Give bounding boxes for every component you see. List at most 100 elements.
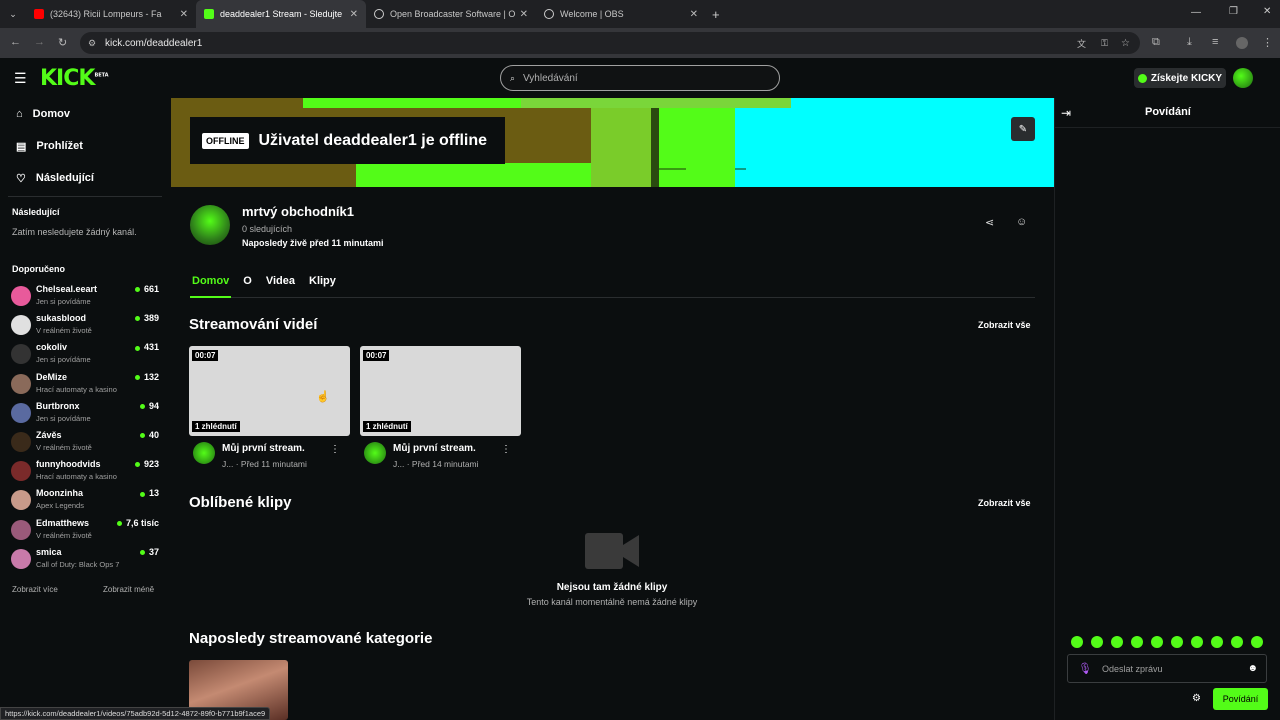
channel-category: V reálném životě bbox=[36, 443, 92, 452]
video-thumbnail[interactable]: 00:07 1 zhlédnutí ☝ bbox=[189, 346, 350, 436]
tab-search-icon[interactable]: ⌄ bbox=[0, 9, 26, 20]
recommended-channel[interactable]: sukasblood V reálném životě 389 bbox=[0, 310, 170, 339]
browser-tab-obs[interactable]: Open Broadcaster Software | O ✕ bbox=[366, 0, 536, 28]
emote-icon[interactable] bbox=[1131, 636, 1143, 648]
view-all-clips-link[interactable]: Zobrazit vše bbox=[978, 498, 1031, 508]
video-duration: 00:07 bbox=[363, 350, 390, 361]
emote-icon[interactable] bbox=[1191, 636, 1203, 648]
tab-videos[interactable]: Videa bbox=[264, 272, 297, 298]
channel-name: funnyhoodvids bbox=[36, 459, 101, 470]
emoji-icon[interactable]: ☻ bbox=[1247, 663, 1258, 674]
recommended-channel[interactable]: cokoliv Jen si povídáme 431 bbox=[0, 339, 170, 368]
close-icon[interactable]: ✕ bbox=[180, 9, 188, 20]
browser-menu-icon[interactable]: ⋮ bbox=[1262, 36, 1273, 49]
edit-banner-button[interactable]: ✎ bbox=[1011, 117, 1035, 141]
extensions-icon[interactable]: ⧉ bbox=[1152, 36, 1160, 49]
viewer-count: 661 bbox=[134, 284, 159, 294]
no-clips-subtitle: Tento kanál momentálně nemá žádné klipy bbox=[526, 597, 698, 607]
tab-about[interactable]: O bbox=[241, 272, 254, 298]
tab-home[interactable]: Domov bbox=[190, 272, 232, 298]
emote-icon[interactable] bbox=[1211, 636, 1223, 648]
video-thumbnail[interactable]: 00:07 1 zhlédnutí bbox=[360, 346, 521, 436]
browser-tab-welcome[interactable]: Welcome | OBS ✕ bbox=[536, 0, 706, 28]
chat-message-input[interactable]: 🎙 Odeslat zprávu ☻ bbox=[1067, 654, 1267, 683]
tab-label: Open Broadcaster Software | O bbox=[390, 9, 516, 19]
channel-name: Chelseal.eeart bbox=[36, 284, 98, 294]
more-options-icon[interactable]: ⋮ bbox=[330, 444, 340, 455]
sidebar-item-browse[interactable]: ▤ Prohlížet bbox=[0, 130, 170, 162]
get-kicky-button[interactable]: Získejte KICKY bbox=[1134, 68, 1226, 88]
video-card[interactable]: 00:07 1 zhlédnutí ☝ Můj první stream. ⋮ … bbox=[189, 346, 350, 469]
video-author[interactable]: J... bbox=[222, 459, 233, 469]
microphone-icon[interactable]: 🎙 bbox=[1078, 662, 1092, 675]
browser-tab-kick[interactable]: deaddealer1 Stream - Sledujte ✕ bbox=[196, 0, 366, 28]
recommended-channel[interactable]: Edmatthews V reálném životě 7,6 tisíc bbox=[0, 515, 170, 544]
minimize-icon[interactable]: — bbox=[1191, 7, 1201, 18]
kick-logo[interactable]: KICKBETA bbox=[40, 66, 109, 91]
share-icon[interactable]: ⋖ bbox=[985, 216, 994, 229]
collapse-chat-icon[interactable]: ⇥ bbox=[1061, 106, 1071, 120]
video-author-avatar[interactable] bbox=[193, 442, 215, 464]
video-title[interactable]: Můj první stream. bbox=[222, 443, 305, 454]
reload-icon[interactable]: ↻ bbox=[58, 36, 67, 49]
sidebar-item-home[interactable]: ⌂ Domov bbox=[0, 98, 170, 130]
video-author[interactable]: J... bbox=[393, 459, 404, 469]
translate-icon[interactable]: 文 bbox=[1077, 37, 1086, 50]
offline-badge: OFFLINE bbox=[202, 132, 249, 149]
video-views: 1 zhlédnutí bbox=[363, 421, 411, 432]
recommended-channel[interactable]: Závěs V reálném životě 40 bbox=[0, 427, 170, 456]
recommended-channel[interactable]: funnyhoodvids Hrací automaty a kasino 923 bbox=[0, 456, 170, 485]
bookmark-star-icon[interactable]: ☆ bbox=[1121, 38, 1130, 49]
categories-section-title: Naposledy streamované kategorie bbox=[189, 630, 433, 647]
recommended-channel[interactable]: Chelseal.eeart Jen si povídáme 661 bbox=[0, 281, 170, 310]
search-input[interactable]: ⌕ Vyhledávání bbox=[500, 65, 780, 91]
forward-icon[interactable]: → bbox=[34, 36, 45, 48]
site-info-icon[interactable]: ⚙ bbox=[88, 38, 96, 49]
close-window-icon[interactable]: ✕ bbox=[1263, 6, 1271, 17]
channel-category: V reálném životě bbox=[36, 530, 92, 540]
password-key-icon[interactable]: ⚿ bbox=[1101, 38, 1108, 49]
video-title[interactable]: Můj první stream. bbox=[393, 443, 476, 454]
channel-avatar[interactable] bbox=[190, 205, 230, 245]
recommended-channel[interactable]: DeMize Hrací automaty a kasino 132 bbox=[0, 369, 170, 398]
hamburger-menu-icon[interactable]: ☰ bbox=[14, 70, 27, 87]
sidebar-item-following[interactable]: ♡ Následující bbox=[0, 162, 170, 194]
close-icon[interactable]: ✕ bbox=[690, 9, 698, 20]
emote-icon[interactable] bbox=[1251, 636, 1263, 648]
video-author-avatar[interactable] bbox=[364, 442, 386, 464]
tab-clips[interactable]: Klipy bbox=[307, 272, 338, 298]
emote-icon[interactable] bbox=[1111, 636, 1123, 648]
close-icon[interactable]: ✕ bbox=[520, 9, 528, 20]
emote-icon[interactable] bbox=[1151, 636, 1163, 648]
more-options-icon[interactable]: ⋮ bbox=[501, 444, 511, 455]
close-icon[interactable]: ✕ bbox=[350, 9, 358, 20]
recommended-channel[interactable]: Burtbronx Jen si povídáme 94 bbox=[0, 398, 170, 427]
emote-icon[interactable] bbox=[1231, 636, 1243, 648]
recommended-channel[interactable]: smica Call of Duty: Black Ops 7 37 bbox=[0, 544, 170, 573]
new-tab-icon[interactable]: + bbox=[712, 7, 720, 22]
viewer-count-value: 7,6 tisíc bbox=[125, 517, 159, 528]
chat-settings-icon[interactable]: ⚙ bbox=[1192, 693, 1201, 704]
download-icon[interactable]: ⤓ bbox=[1187, 36, 1192, 49]
emote-icon[interactable] bbox=[1171, 636, 1183, 648]
view-all-streams-link[interactable]: Zobrazit vše bbox=[978, 320, 1031, 330]
sidebar: ⌂ Domov ▤ Prohlížet ♡ Následující Násled… bbox=[0, 98, 170, 720]
recommended-channel[interactable]: Moonzinha Apex Legends 13 bbox=[0, 485, 170, 514]
emote-icon[interactable] bbox=[1091, 636, 1103, 648]
user-avatar[interactable] bbox=[1233, 68, 1253, 88]
viewer-count-value: 389 bbox=[143, 313, 159, 324]
viewer-count: 40 bbox=[139, 430, 159, 440]
chat-send-button[interactable]: Povídání bbox=[1213, 688, 1268, 710]
emote-icon[interactable] bbox=[1071, 636, 1083, 648]
follow-user-icon[interactable]: ☺ bbox=[1016, 216, 1027, 228]
maximize-icon[interactable]: ❐ bbox=[1229, 6, 1238, 17]
browser-tab-youtube[interactable]: (32643) Ricii Lompeurs - Fa ✕ bbox=[26, 0, 196, 28]
back-icon[interactable]: ← bbox=[10, 36, 21, 48]
status-bar-url: https://kick.com/deaddealer1/videos/75ad… bbox=[0, 707, 271, 720]
video-card[interactable]: 00:07 1 zhlédnutí Můj první stream. ⋮ J.… bbox=[360, 346, 521, 469]
address-bar[interactable]: ⚙ kick.com/deaddealer1 文 ⚿ ☆ bbox=[80, 32, 1140, 54]
show-more-link[interactable]: Zobrazit více bbox=[12, 585, 58, 594]
show-less-link[interactable]: Zobrazit méně bbox=[103, 585, 154, 594]
profile-icon[interactable] bbox=[1236, 37, 1248, 49]
media-control-icon[interactable]: ≡ bbox=[1212, 36, 1218, 48]
